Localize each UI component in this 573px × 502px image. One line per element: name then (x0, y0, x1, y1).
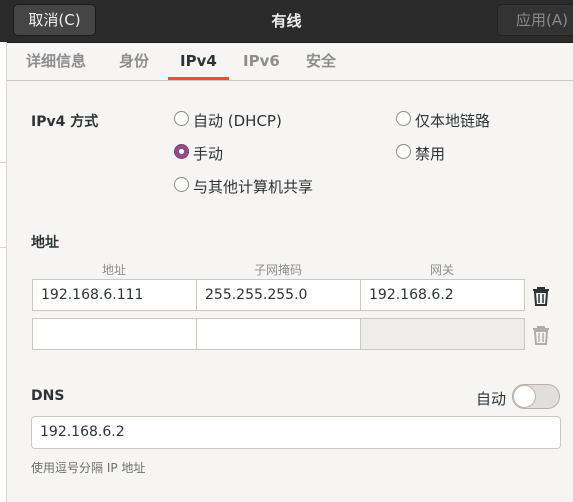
netmask-input[interactable]: 255.255.255.0 (196, 279, 361, 311)
column-header-gateway: 网关 (429, 263, 454, 277)
address-section-label: 地址 (31, 235, 59, 251)
dns-auto-label: 自动 (476, 390, 507, 408)
radio-auto-dhcp-label[interactable]: 自动 (DHCP) (193, 110, 282, 131)
gateway-input[interactable]: 192.168.6.2 (360, 279, 525, 311)
column-header-address: 地址 (101, 263, 126, 277)
dns-input[interactable]: 192.168.6.2 (31, 416, 561, 449)
tab-identity[interactable]: 身份 (107, 43, 161, 80)
radio-shared[interactable] (174, 177, 189, 192)
radio-auto-dhcp[interactable] (174, 111, 189, 126)
apply-button[interactable]: 应用(A) (497, 4, 573, 36)
dns-auto-toggle[interactable] (512, 384, 560, 409)
delete-row-icon[interactable] (532, 286, 550, 306)
ipv4-settings-panel: IPv4 方式 自动 (DHCP) 仅本地链路 手动 禁用 与其他计算机共享 地… (7, 81, 573, 502)
radio-link-local-label[interactable]: 仅本地链路 (415, 110, 490, 131)
netmask-input-empty[interactable] (196, 318, 361, 350)
radio-disabled-label[interactable]: 禁用 (415, 143, 445, 164)
address-input-empty[interactable] (32, 318, 197, 350)
column-header-netmask: 子网掩码 (253, 263, 302, 277)
delete-row-icon-disabled (533, 326, 549, 345)
dns-label: DNS (31, 388, 65, 404)
header-bar: 有线 取消(C) 应用(A) (0, 0, 573, 43)
toggle-knob (513, 385, 536, 408)
tab-bar: 详细信息 身份 IPv4 IPv6 安全 (7, 43, 573, 81)
radio-manual[interactable] (174, 144, 189, 159)
tab-security[interactable]: 安全 (294, 43, 348, 80)
tab-ipv4[interactable]: IPv4 (168, 43, 229, 80)
background-window-edge (0, 42, 7, 502)
gateway-input-empty (360, 318, 525, 350)
radio-manual-label[interactable]: 手动 (193, 143, 223, 164)
radio-link-local[interactable] (396, 111, 411, 126)
radio-shared-label[interactable]: 与其他计算机共享 (193, 176, 313, 197)
tab-ipv6[interactable]: IPv6 (231, 43, 292, 80)
cancel-button[interactable]: 取消(C) (13, 4, 96, 36)
ipv4-method-label: IPv4 方式 (31, 114, 99, 130)
dns-hint: 使用逗号分隔 IP 地址 (31, 461, 146, 475)
address-input[interactable]: 192.168.6.111 (32, 279, 197, 311)
radio-disabled[interactable] (396, 144, 411, 159)
tab-details[interactable]: 详细信息 (14, 43, 98, 80)
